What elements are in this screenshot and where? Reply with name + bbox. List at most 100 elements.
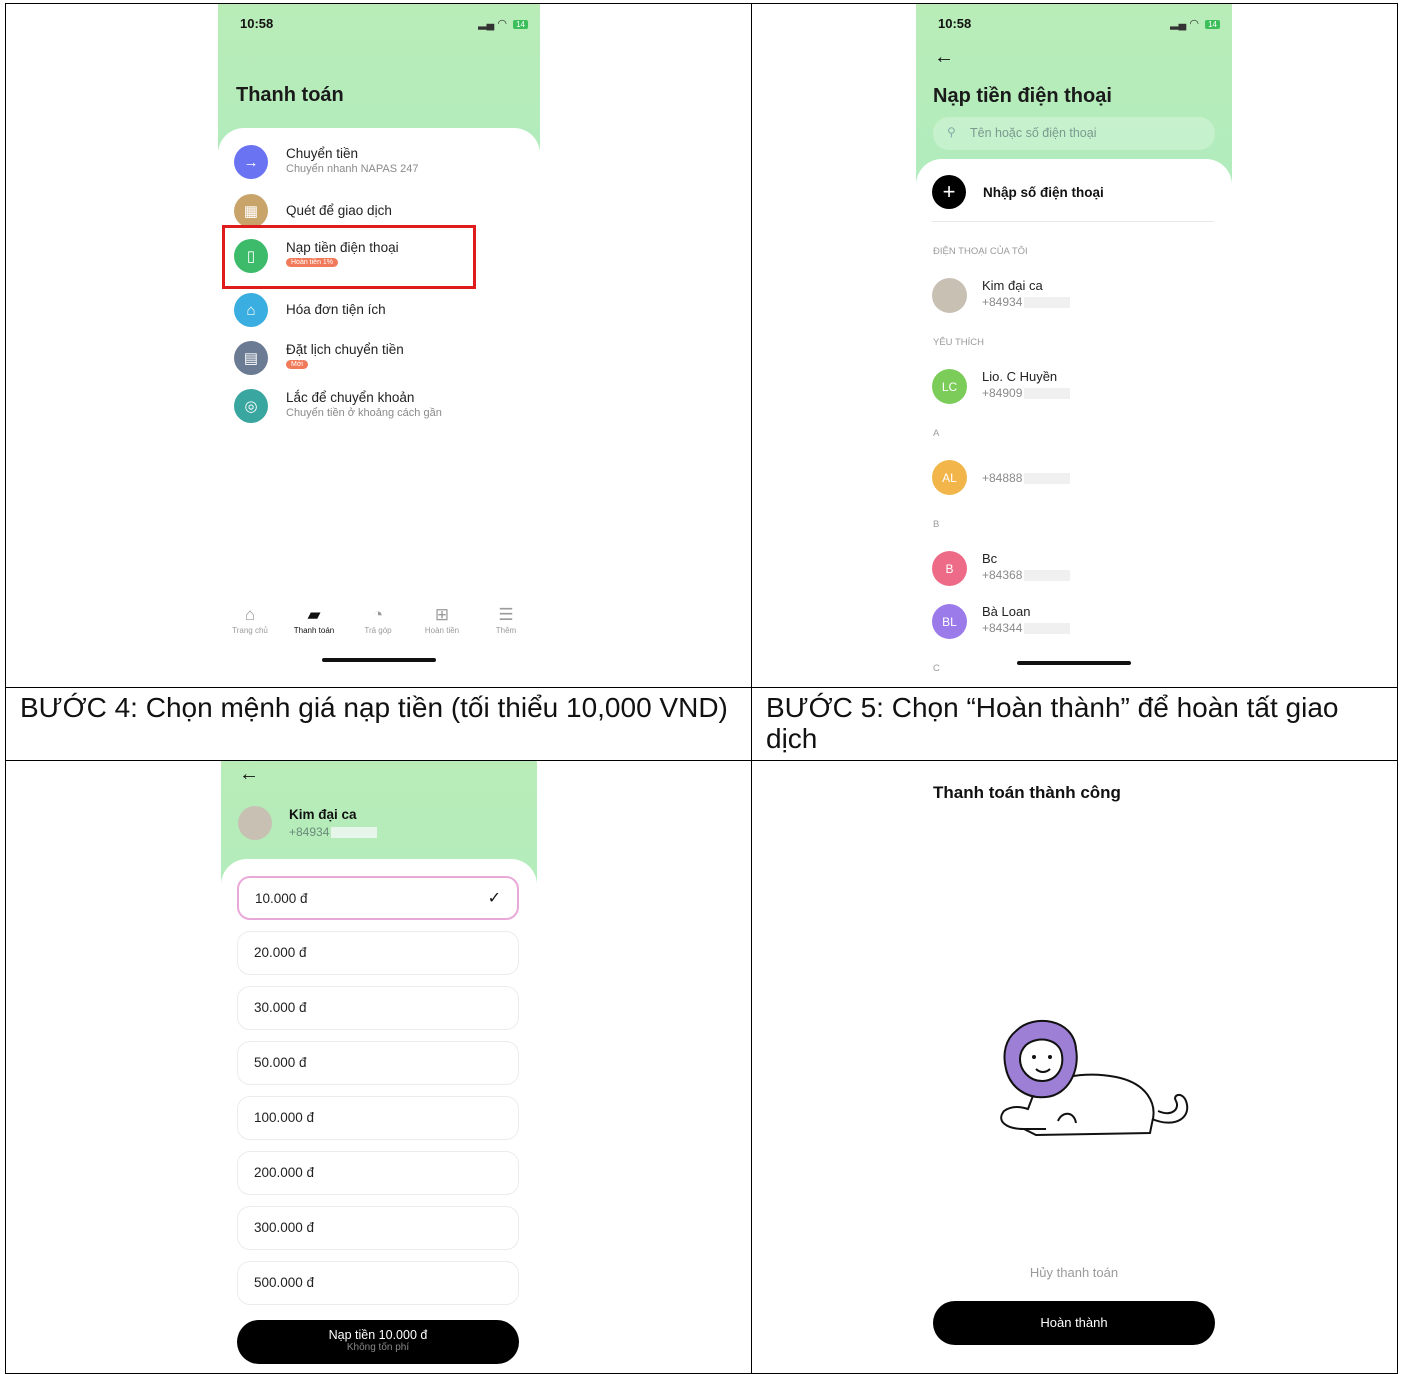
cancel-payment-link[interactable]: Hủy thanh toán [916,1265,1232,1280]
menu-item-subtitle: Chuyển nhanh NAPAS 247 [286,163,419,175]
add-number-row[interactable]: + Nhập số điện thoại [932,175,1214,222]
contact-row[interactable]: Kim đại ca +84934 [932,276,1212,316]
recipient-phone: +84934 [289,825,378,839]
tab-label: Hoàn tiền [424,626,460,635]
contact-name: Kim đại ca [982,278,1043,293]
amount-option[interactable]: 300.000 đ [237,1206,519,1250]
menu-item-bills[interactable]: ⌂ Hóa đơn tiện ích [234,290,524,330]
avatar [932,278,967,313]
search-box[interactable]: ⚲ Tên hoặc số điện thoại [933,117,1215,150]
amount-sheet: 10.000 đ ✓ 20.000 đ 30.000 đ 50.000 đ 100… [221,859,537,1373]
contact-row[interactable]: AL +84888 [932,458,1212,498]
home-indicator [1017,661,1131,665]
home-icon: ⌂ [244,605,256,624]
arrow-right-icon: → [234,145,268,179]
add-number-label: Nhập số điện thoại [983,185,1104,200]
tab-label: Thêm [495,626,517,635]
caption-step-5: BƯỚC 5: Chọn “Hoàn thành” để hoàn tất gi… [751,687,1398,762]
contact-name: Bc [982,551,998,566]
battery-icon: 14 [513,20,528,29]
tab-label: Thanh toán [293,626,335,635]
plus-icon: + [932,175,966,209]
signal-icon: ▂▄ [478,18,495,30]
contact-row[interactable]: LC Lio. C Huyền +84909 [932,367,1212,407]
contact-phone: +84934 [982,295,1071,309]
search-icon: ⚲ [947,125,956,139]
menu-item-shake[interactable]: ◎ Lắc để chuyển khoản Chuyển tiền ở khoả… [234,386,524,426]
success-screen: Thanh toán thành công Hủy thanh toán Hoà… [916,761,1232,1373]
menu-item-title: Đặt lịch chuyển tiền [286,342,404,357]
bottom-left-cell: ← Kim đại ca +84934 10.000 đ ✓ 20.000 đ 3… [5,760,753,1374]
amount-screen: ← Kim đại ca +84934 10.000 đ ✓ 20.000 đ 3… [221,761,537,1373]
home-indicator [322,658,436,662]
contact-name: Lio. C Huyền [982,369,1058,384]
menu-item-title: Chuyển tiền [286,146,359,161]
section-favorites: YÊU THÍCH [933,337,985,348]
status-icons: ▂▄ ◠ 14 [1170,17,1220,30]
payment-screen: 10:58 ▂▄ ◠ 14 Thanh toán → Chuyển tiền C… [218,4,540,688]
tab-more[interactable]: ☰ Thêm [476,604,536,635]
tab-label: Trang chủ [232,626,268,635]
house-icon: ⌂ [234,293,268,327]
back-arrow-icon[interactable]: ← [239,763,259,786]
signal-icon: ▂▄ [1170,18,1187,30]
wallet-icon: ▰ [307,605,321,624]
top-right-cell: 10:58 ▂▄ ◠ 14 ← Nạp tiền điện thoại ⚲ Tê… [751,3,1398,689]
nfc-icon: ◎ [234,389,268,423]
bottom-right-cell: Thanh toán thành công Hủy thanh toán Hoà… [751,760,1398,1374]
tab-label: Trả góp [364,626,392,635]
search-placeholder: Tên hoặc số điện thoại [970,126,1097,140]
gift-icon: ⊞ [434,605,450,624]
pie-chart-icon: ◔ [372,605,384,624]
contact-phone: +84344 [982,621,1071,635]
contact-row[interactable]: BL Bà Loan +84344 [932,602,1212,642]
contact-phone: +84909 [982,386,1071,400]
menu-item-title: Hóa đơn tiện ích [286,302,386,317]
section-c: C [933,663,940,674]
amount-option[interactable]: 200.000 đ [237,1151,519,1195]
section-b: B [933,519,940,530]
section-a: A [933,428,940,439]
amount-option[interactable]: 10.000 đ ✓ [237,876,519,920]
back-arrow-icon[interactable]: ← [934,46,954,69]
contacts-sheet: + Nhập số điện thoại ĐIỆN THOẠI CỦA TÔI … [916,159,1232,688]
tab-cashback[interactable]: ⊞ Hoàn tiền [412,604,472,635]
amount-option[interactable]: 500.000 đ [237,1261,519,1305]
menu-item-title: Lắc để chuyển khoản [286,390,415,405]
topup-button-label: Nạp tiền 10.000 đ [328,1328,428,1342]
lion-illustration [1000,1019,1189,1137]
amount-option[interactable]: 20.000 đ [237,931,519,975]
topup-button[interactable]: Nạp tiền 10.000 đ Không tốn phí [237,1320,519,1364]
contact-phone: +84368 [982,568,1071,582]
menu-item-transfer[interactable]: → Chuyển tiền Chuyển nhanh NAPAS 247 [234,142,524,182]
amount-option[interactable]: 100.000 đ [237,1096,519,1140]
status-icons: ▂▄ ◠ 14 [478,17,528,30]
contact-name: Bà Loan [982,604,1031,619]
highlight-box [222,225,476,289]
topup-contacts-screen: 10:58 ▂▄ ◠ 14 ← Nạp tiền điện thoại ⚲ Tê… [916,4,1232,688]
done-button[interactable]: Hoàn thành [933,1301,1215,1345]
amount-option[interactable]: 30.000 đ [237,986,519,1030]
menu-item-subtitle: Chuyển tiền ở khoảng cách gần [286,407,442,419]
contact-row[interactable]: B Bc +84368 [932,549,1212,589]
new-badge: Mới [286,360,308,369]
menu-item-schedule[interactable]: ▤ Đặt lịch chuyển tiền Mới [234,338,524,378]
check-icon: ✓ [487,890,501,907]
tab-payment[interactable]: ▰ Thanh toán [284,604,344,635]
battery-icon: 14 [1205,20,1220,29]
contact-phone: +84888 [982,471,1071,485]
status-time: 10:58 [938,16,972,31]
done-button-label: Hoàn thành [1040,1315,1108,1330]
menu-icon: ☰ [498,605,514,624]
tab-installment[interactable]: ◔ Trả góp [348,604,408,635]
page-title: Thanh toán thành công [933,783,1121,802]
avatar: BL [932,604,967,639]
qr-scan-icon: ▦ [234,194,268,228]
avatar: B [932,551,967,586]
menu-item-title: Quét để giao dịch [286,203,392,218]
avatar: AL [932,460,967,495]
amount-option[interactable]: 50.000 đ [237,1041,519,1085]
status-time: 10:58 [240,16,274,31]
tab-home[interactable]: ⌂ Trang chủ [220,604,280,635]
wifi-icon: ◠ [497,18,508,30]
